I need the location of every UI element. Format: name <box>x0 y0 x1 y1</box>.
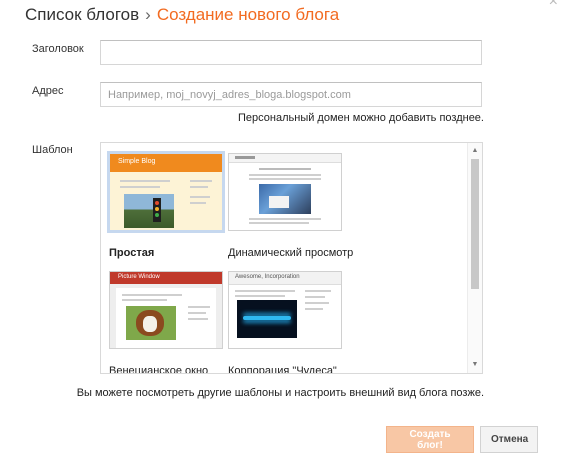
template-picker: Simple Blog Простая Динамический просмот… <box>100 142 483 374</box>
template-name: Корпорация "Чудеса" <box>228 365 337 374</box>
close-icon[interactable]: × <box>549 0 558 10</box>
scrollbar-thumb[interactable] <box>471 159 479 289</box>
template-name: Венецианское окно <box>109 365 209 374</box>
breadcrumb-blog-list[interactable]: Список блогов <box>25 5 139 24</box>
address-hint: Персональный домен можно добавить поздне… <box>238 112 484 124</box>
template-option-simple[interactable]: Simple Blog Простая <box>107 151 227 263</box>
thumb-title: Awesome, Incorporation <box>235 274 300 280</box>
thumb-title: Simple Blog <box>118 158 156 165</box>
scroll-up-icon[interactable]: ▲ <box>468 145 482 157</box>
scroll-down-icon[interactable]: ▼ <box>468 359 482 371</box>
thumb-header: Awesome, Incorporation <box>229 272 341 285</box>
breadcrumb: Список блогов › Создание нового блога <box>25 5 339 25</box>
template-name: Простая <box>109 247 155 259</box>
template-thumbnail[interactable]: Picture Window <box>109 271 223 349</box>
create-blog-button[interactable]: Создать блог! <box>386 426 474 453</box>
template-label: Шаблон <box>32 144 73 156</box>
thumb-photo <box>124 194 174 228</box>
thumb-header: Simple Blog <box>110 154 222 172</box>
template-thumbnail[interactable]: Simple Blog <box>107 151 225 233</box>
template-option-awesome-inc[interactable]: Awesome, Incorporation Корпорация "Чудес… <box>228 271 346 374</box>
template-thumbnail[interactable]: Awesome, Incorporation <box>228 271 342 349</box>
breadcrumb-separator-icon: › <box>145 5 151 24</box>
address-label: Адрес <box>32 85 64 97</box>
title-input[interactable] <box>100 40 482 65</box>
template-option-dynamic-views[interactable]: Динамический просмотр <box>228 153 353 263</box>
address-input[interactable] <box>100 82 482 107</box>
thumb-title: Picture Window <box>118 274 160 280</box>
thumb-header: Picture Window <box>110 272 222 284</box>
create-blog-dialog: × Список блогов › Создание нового блога За… <box>0 0 564 460</box>
template-thumbnail[interactable] <box>228 153 342 231</box>
template-name: Динамический просмотр <box>228 247 354 259</box>
template-option-picture-window[interactable]: Picture Window Венецианское окно <box>109 271 227 374</box>
page-title: Создание нового блога <box>156 5 340 24</box>
title-label: Заголовок <box>32 43 84 55</box>
cancel-button[interactable]: Отмена <box>480 426 538 453</box>
footer-note: Вы можете посмотреть другие шаблоны и на… <box>76 387 484 399</box>
template-scrollbar[interactable]: ▲ ▼ <box>467 143 482 373</box>
